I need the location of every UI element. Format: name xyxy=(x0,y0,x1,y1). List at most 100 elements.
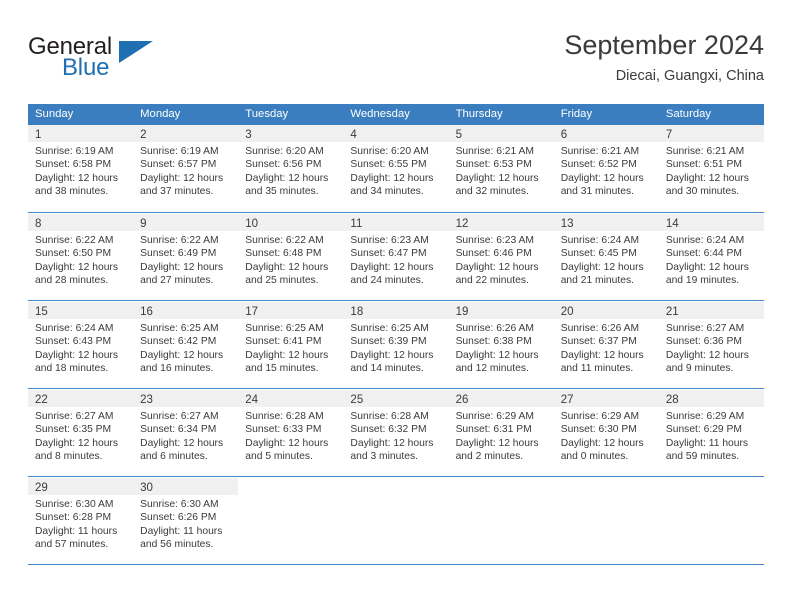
calendar-day-cell[interactable]: 1 Sunrise: 6:19 AM Sunset: 6:58 PM Daylight… xyxy=(28,125,134,212)
day-details xyxy=(554,495,659,498)
day-number-band: 29 xyxy=(28,478,134,495)
daylight-text-line1: Daylight: 12 hours xyxy=(245,172,329,184)
day-of-week-header: Sunday Monday Tuesday Wednesday Thursday… xyxy=(28,104,764,125)
sunrise-text: Sunrise: 6:24 AM xyxy=(560,235,640,246)
day-number: 26 xyxy=(455,394,469,406)
daylight-text-line1: Daylight: 12 hours xyxy=(560,349,644,361)
calendar-day-cell[interactable]: 27 Sunrise: 6:29 AM Sunset: 6:30 PM Dayligh… xyxy=(553,390,659,476)
day-number: 16 xyxy=(140,306,153,318)
day-number: 5 xyxy=(455,129,462,141)
sunset-text: Sunset: 6:33 PM xyxy=(245,424,322,436)
sunset-text: Sunset: 6:34 PM xyxy=(140,424,217,436)
day-number-band: 17 xyxy=(238,302,344,319)
dow-thursday: Thursday xyxy=(455,108,503,120)
calendar-day-cell[interactable]: 6 Sunrise: 6:21 AM Sunset: 6:52 PM Daylight… xyxy=(553,125,659,212)
sunset-text: Sunset: 6:43 PM xyxy=(35,336,112,348)
daylight-text-line1: Daylight: 12 hours xyxy=(35,172,118,184)
calendar-day-cell[interactable]: 15 Sunrise: 6:24 AM Sunset: 6:43 PM Dayligh… xyxy=(28,302,134,388)
day-details: Sunrise: 6:21 AM Sunset: 6:51 PM Daylight:… xyxy=(659,142,764,199)
sunrise-text: Sunrise: 6:24 AM xyxy=(665,235,745,246)
sunrise-text: Sunrise: 6:25 AM xyxy=(140,323,219,334)
day-details xyxy=(659,495,764,498)
daylight-text-line2: and 16 minutes. xyxy=(140,363,214,375)
calendar-day-cell[interactable]: 17 Sunrise: 6:25 AM Sunset: 6:41 PM Dayligh… xyxy=(238,302,344,388)
calendar-day-cell[interactable]: 18 Sunrise: 6:25 AM Sunset: 6:39 PM Dayligh… xyxy=(343,302,449,388)
daylight-text-line1: Daylight: 12 hours xyxy=(560,437,644,449)
calendar-day-cell[interactable]: 20 Sunrise: 6:26 AM Sunset: 6:37 PM Dayligh… xyxy=(553,302,659,388)
day-details: Sunrise: 6:22 AM Sunset: 6:49 PM Daylight:… xyxy=(133,231,238,288)
daylight-text-line1: Daylight: 12 hours xyxy=(560,261,644,273)
daylight-text-line1: Daylight: 12 hours xyxy=(665,261,749,273)
day-number-band: 20 xyxy=(553,302,659,319)
brand-logo[interactable]: General Blue xyxy=(28,34,248,90)
calendar-day-cell[interactable]: 9 Sunrise: 6:22 AM Sunset: 6:49 PM Daylight… xyxy=(133,214,239,300)
calendar-day-cell[interactable]: 10 Sunrise: 6:22 AM Sunset: 6:48 PM Dayligh… xyxy=(238,214,344,300)
calendar-day-cell[interactable]: 19 Sunrise: 6:26 AM Sunset: 6:38 PM Dayligh… xyxy=(448,302,554,388)
calendar-day-cell[interactable]: 25 Sunrise: 6:28 AM Sunset: 6:32 PM Dayligh… xyxy=(343,390,449,476)
calendar-day-cell[interactable]: 11 Sunrise: 6:23 AM Sunset: 6:47 PM Dayligh… xyxy=(343,214,449,300)
day-number: 24 xyxy=(245,394,259,406)
calendar-day-cell[interactable]: 26 Sunrise: 6:29 AM Sunset: 6:31 PM Dayligh… xyxy=(448,390,554,476)
dow-sunday: Sunday xyxy=(35,108,74,120)
day-details: Sunrise: 6:20 AM Sunset: 6:56 PM Daylight:… xyxy=(238,142,343,199)
calendar-day-cell[interactable]: 24 Sunrise: 6:28 AM Sunset: 6:33 PM Dayligh… xyxy=(238,390,344,476)
day-number-band: 19 xyxy=(448,302,554,319)
sunset-text: Sunset: 6:26 PM xyxy=(140,512,217,524)
day-number: 29 xyxy=(35,482,48,494)
calendar-day-cell[interactable]: 30 Sunrise: 6:30 AM Sunset: 6:26 PM Dayligh… xyxy=(133,478,239,564)
daylight-text-line2: and 27 minutes. xyxy=(140,275,214,287)
sunrise-text: Sunrise: 6:30 AM xyxy=(35,499,114,510)
daylight-text-line1: Daylight: 12 hours xyxy=(35,437,118,449)
sunrise-text: Sunrise: 6:23 AM xyxy=(350,235,429,246)
day-number-band: 25 xyxy=(343,390,449,407)
brand-name-blue: Blue xyxy=(62,54,110,81)
calendar-day-cell[interactable]: 22 Sunrise: 6:27 AM Sunset: 6:35 PM Dayligh… xyxy=(28,390,134,476)
sunset-text: Sunset: 6:35 PM xyxy=(35,424,112,436)
day-details: Sunrise: 6:28 AM Sunset: 6:32 PM Daylight:… xyxy=(343,407,448,464)
sunset-text: Sunset: 6:28 PM xyxy=(35,512,112,524)
calendar-day-cell[interactable]: 12 Sunrise: 6:23 AM Sunset: 6:46 PM Dayligh… xyxy=(448,214,554,300)
calendar-day-cell[interactable]: 5 Sunrise: 6:21 AM Sunset: 6:53 PM Daylight… xyxy=(448,125,554,212)
daylight-text-line1: Daylight: 12 hours xyxy=(665,349,749,361)
day-number: 20 xyxy=(560,306,574,318)
day-number-band: 27 xyxy=(553,390,659,407)
calendar-day-cell[interactable]: 21 Sunrise: 6:27 AM Sunset: 6:36 PM Dayligh… xyxy=(658,302,764,388)
daylight-text-line2: and 5 minutes. xyxy=(245,451,313,463)
day-number-band: 21 xyxy=(658,302,764,319)
calendar-day-cell[interactable]: 7 Sunrise: 6:21 AM Sunset: 6:51 PM Daylight… xyxy=(658,125,764,212)
day-number: 19 xyxy=(455,306,469,318)
sunset-text: Sunset: 6:42 PM xyxy=(140,336,217,348)
calendar-day-cell[interactable]: 13 Sunrise: 6:24 AM Sunset: 6:45 PM Dayligh… xyxy=(553,214,659,300)
calendar-day-cell[interactable]: 16 Sunrise: 6:25 AM Sunset: 6:42 PM Dayligh… xyxy=(133,302,239,388)
calendar-day-cell[interactable]: 28 Sunrise: 6:29 AM Sunset: 6:29 PM Dayligh… xyxy=(658,390,764,476)
calendar-empty-cell xyxy=(343,478,448,564)
calendar-grid: Sunday Monday Tuesday Wednesday Thursday… xyxy=(28,104,764,565)
calendar-day-cell[interactable]: 2 Sunrise: 6:19 AM Sunset: 6:57 PM Daylight… xyxy=(133,125,239,212)
day-number: 4 xyxy=(350,129,357,141)
day-details: Sunrise: 6:25 AM Sunset: 6:39 PM Daylight:… xyxy=(343,319,448,376)
calendar-day-cell[interactable]: 4 Sunrise: 6:20 AM Sunset: 6:55 PM Daylight… xyxy=(343,125,449,212)
calendar-day-cell[interactable]: 23 Sunrise: 6:27 AM Sunset: 6:34 PM Dayligh… xyxy=(133,390,239,476)
sunset-text: Sunset: 6:31 PM xyxy=(455,424,532,436)
sunset-text: Sunset: 6:39 PM xyxy=(350,336,427,348)
calendar-day-cell[interactable]: 3 Sunrise: 6:20 AM Sunset: 6:56 PM Daylight… xyxy=(238,125,344,212)
dow-wednesday: Wednesday xyxy=(350,108,410,120)
day-details: Sunrise: 6:26 AM Sunset: 6:37 PM Daylight:… xyxy=(554,319,659,376)
sunset-text: Sunset: 6:46 PM xyxy=(455,248,532,260)
calendar-day-cell[interactable]: 14 Sunrise: 6:24 AM Sunset: 6:44 PM Dayligh… xyxy=(658,214,764,300)
sunrise-text: Sunrise: 6:25 AM xyxy=(245,323,324,334)
day-details: Sunrise: 6:27 AM Sunset: 6:36 PM Daylight:… xyxy=(659,319,764,376)
day-details: Sunrise: 6:21 AM Sunset: 6:53 PM Daylight:… xyxy=(449,142,554,199)
calendar-day-cell[interactable]: 29 Sunrise: 6:30 AM Sunset: 6:28 PM Dayligh… xyxy=(28,478,134,564)
sunset-text: Sunset: 6:50 PM xyxy=(35,248,112,260)
day-number: 9 xyxy=(140,218,147,230)
sunset-text: Sunset: 6:38 PM xyxy=(455,336,532,348)
day-details: Sunrise: 6:21 AM Sunset: 6:52 PM Daylight:… xyxy=(554,142,659,199)
daylight-text-line1: Daylight: 12 hours xyxy=(665,172,749,184)
day-number-band: 12 xyxy=(448,214,554,231)
day-details: Sunrise: 6:24 AM Sunset: 6:43 PM Daylight:… xyxy=(28,319,133,376)
calendar-day-cell[interactable]: 8 Sunrise: 6:22 AM Sunset: 6:50 PM Daylight… xyxy=(28,214,134,300)
daylight-text-line1: Daylight: 12 hours xyxy=(35,261,118,273)
daylight-text-line1: Daylight: 12 hours xyxy=(350,261,434,273)
title-block: September 2024 Diecai, Guangxi, China xyxy=(564,28,764,87)
